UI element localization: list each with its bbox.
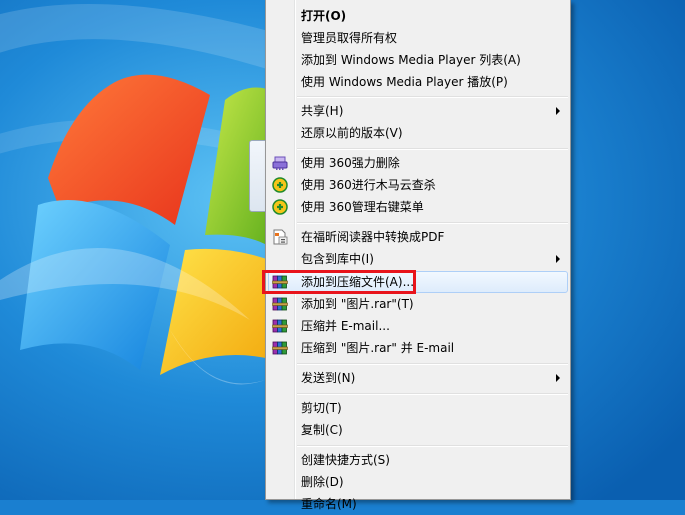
menu-item-label: 还原以前的版本(V) [301, 126, 403, 140]
menu-item-delete[interactable]: 删除(D) [268, 471, 568, 493]
menu-separator [297, 363, 568, 365]
menu-item-add-to-wmp-list[interactable]: 添加到 Windows Media Player 列表(A) [268, 49, 568, 71]
menu-item-foxit-convert-pdf[interactable]: 在福昕阅读器中转换成PDF [268, 226, 568, 248]
menu-item-label: 压缩并 E-mail... [301, 319, 390, 333]
menu-item-play-with-wmp[interactable]: 使用 Windows Media Player 播放(P) [268, 71, 568, 93]
360-shredder-icon [272, 156, 288, 170]
menu-item-restore-previous-versions[interactable]: 还原以前的版本(V) [268, 122, 568, 144]
menu-item-label: 剪切(T) [301, 401, 342, 415]
360-antivirus-icon [272, 177, 288, 193]
menu-item-label: 创建快捷方式(S) [301, 453, 390, 467]
menu-item-send-to[interactable]: 发送到(N) [268, 367, 568, 389]
context-menu: 打开(O) 管理员取得所有权 添加到 Windows Media Player … [265, 0, 571, 511]
menu-item-compress-to-rar-and-email[interactable]: 压缩到 "图片.rar" 并 E-mail [268, 337, 568, 359]
menu-item-label: 管理员取得所有权 [301, 31, 398, 45]
menu-separator [297, 393, 568, 395]
menu-item-label: 压缩到 "图片.rar" 并 E-mail [301, 341, 455, 355]
submenu-arrow-icon [556, 107, 560, 115]
menu-item-label: 发送到(N) [301, 371, 356, 385]
menu-item-label: 添加到 Windows Media Player 列表(A) [301, 53, 521, 67]
menu-item-copy[interactable]: 复制(C) [268, 419, 568, 441]
menu-item-label: 使用 Windows Media Player 播放(P) [301, 75, 508, 89]
menu-separator [297, 222, 568, 224]
menu-item-add-to-named-rar[interactable]: 添加到 "图片.rar"(T) [268, 293, 568, 315]
menu-item-label: 包含到库中(I) [301, 252, 374, 266]
menu-item-label: 在福昕阅读器中转换成PDF [301, 230, 445, 244]
menu-item-open[interactable]: 打开(O) [268, 5, 568, 27]
menu-item-include-in-library[interactable]: 包含到库中(I) [268, 248, 568, 270]
winrar-icon [272, 341, 288, 355]
menu-separator [297, 96, 568, 98]
menu-item-take-ownership[interactable]: 管理员取得所有权 [268, 27, 568, 49]
submenu-arrow-icon [556, 374, 560, 382]
foxit-pdf-icon [273, 229, 288, 245]
menu-item-360-trojan-scan[interactable]: 使用 360进行木马云查杀 [268, 174, 568, 196]
winrar-icon [272, 319, 288, 333]
menu-item-compress-and-email[interactable]: 压缩并 E-mail... [268, 315, 568, 337]
annotation-highlight-box [262, 270, 416, 294]
menu-separator [297, 148, 568, 150]
360-menu-manager-icon [272, 199, 288, 215]
menu-item-label: 打开(O) [301, 9, 347, 23]
menu-item-360-context-menu-manager[interactable]: 使用 360管理右键菜单 [268, 196, 568, 218]
menu-item-cut[interactable]: 剪切(T) [268, 397, 568, 419]
menu-item-label: 添加到 "图片.rar"(T) [301, 297, 414, 311]
menu-item-label: 共享(H) [301, 104, 344, 118]
menu-item-label: 删除(D) [301, 475, 344, 489]
menu-item-share[interactable]: 共享(H) [268, 100, 568, 122]
winrar-icon [272, 297, 288, 311]
menu-item-label: 重命名(M) [301, 497, 357, 511]
menu-item-rename[interactable]: 重命名(M) [268, 493, 568, 515]
menu-item-label: 使用 360管理右键菜单 [301, 200, 424, 214]
menu-item-label: 使用 360进行木马云查杀 [301, 178, 436, 192]
menu-separator [297, 445, 568, 447]
menu-item-create-shortcut[interactable]: 创建快捷方式(S) [268, 449, 568, 471]
menu-item-label: 使用 360强力删除 [301, 156, 400, 170]
menu-item-360-shred[interactable]: 使用 360强力删除 [268, 152, 568, 174]
submenu-arrow-icon [556, 255, 560, 263]
menu-item-label: 复制(C) [301, 423, 343, 437]
